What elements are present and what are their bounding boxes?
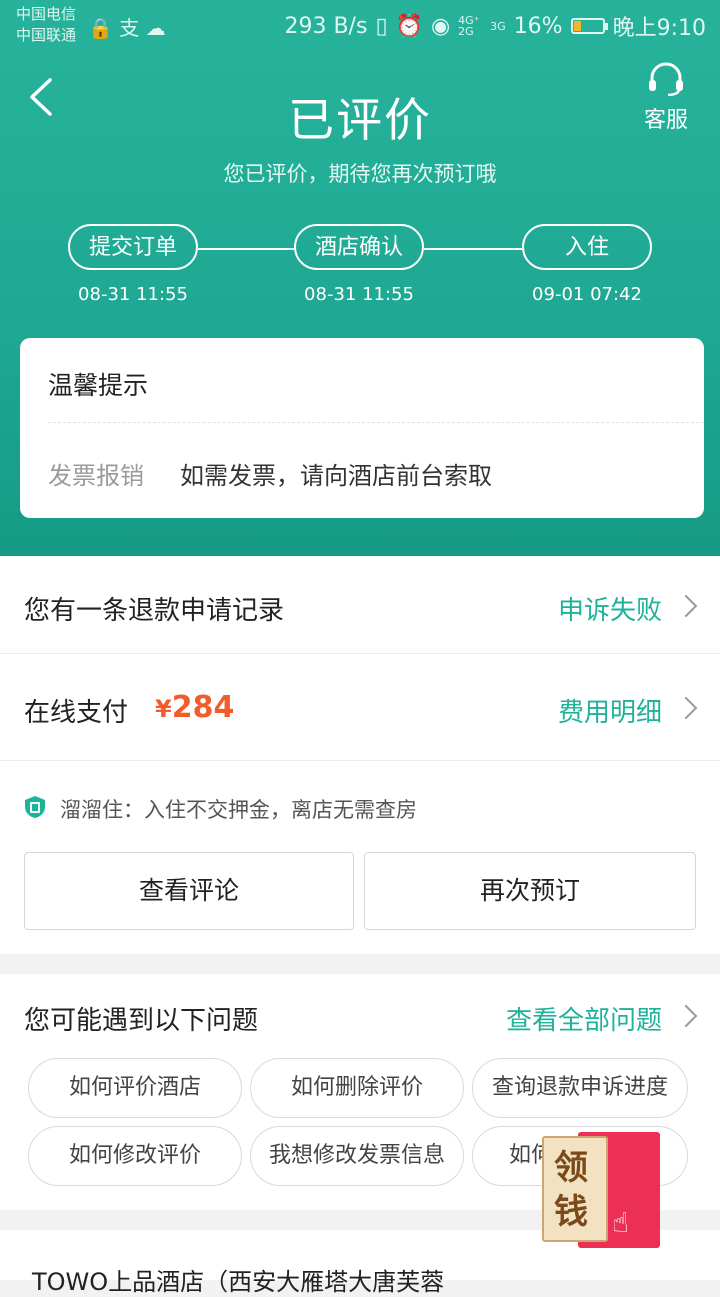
refund-status-link[interactable]: 申诉失败 <box>558 590 662 627</box>
deposit-free-notice: 溜溜住：入住不交押金，离店无需查房 <box>60 798 417 822</box>
amount-value: 284 <box>171 690 235 725</box>
carrier-1: 中国电信 <box>16 5 77 23</box>
progress-time-confirm: 08-31 11:55 <box>304 284 414 305</box>
tips-card: 温馨提示 发票报销 如需发票，请向酒店前台索取 <box>20 338 704 518</box>
refund-record-label: 您有一条退款申请记录 <box>24 596 285 626</box>
chevron-right-icon <box>674 696 698 720</box>
progress-connector <box>198 248 294 250</box>
lock-icon: 🔒 <box>88 16 113 40</box>
header-background: 中国电信 中国联通 🔒 支 ☁ 293 B/s ▯ ⏰ ◉ 4G⁺ 2G 3G … <box>0 0 720 556</box>
payment-row[interactable]: 在线支付 费用明细 <box>0 654 720 760</box>
progress-time-checkin: 09-01 07:42 <box>532 284 642 305</box>
alarm-icon: ⏰ <box>395 13 423 39</box>
red-packet-button[interactable]: 领钱 ☝ <box>542 1128 662 1250</box>
tips-value: 如需发票，请向酒店前台索取 <box>180 462 492 490</box>
divider <box>0 760 720 761</box>
carrier-2: 中国联通 <box>16 26 77 44</box>
order-progress: 提交订单 酒店确认 入住 08-31 11:55 08-31 11:55 09-… <box>0 224 720 314</box>
progress-step-submit: 提交订单 <box>68 224 198 270</box>
tips-title: 温馨提示 <box>48 371 149 400</box>
alipay-icon: 支 <box>119 16 140 40</box>
battery-percent: 16% <box>513 13 563 39</box>
signal-3g-icon: 3G <box>490 19 506 33</box>
signal-4g-icon: 4G⁺ 2G <box>458 14 480 38</box>
clock: 晚上9:10 <box>612 16 706 41</box>
faq-chip[interactable]: 查询退款申诉进度 <box>472 1058 688 1118</box>
status-right: 293 B/s ▯ ⏰ ◉ 4G⁺ 2G 3G 16% 晚上9:10 <box>284 10 706 42</box>
red-packet-scroll: 领钱 <box>542 1136 608 1242</box>
fee-detail-link[interactable]: 费用明细 <box>558 692 662 729</box>
progress-time-submit: 08-31 11:55 <box>78 284 188 305</box>
view-all-questions-link[interactable]: 查看全部问题 <box>506 1000 662 1037</box>
tips-key: 发票报销 <box>48 462 144 490</box>
progress-step-checkin: 入住 <box>522 224 652 270</box>
faq-chip[interactable]: 如何修改评价 <box>28 1126 242 1186</box>
faq-chip[interactable]: 如何删除评价 <box>250 1058 464 1118</box>
shield-icon <box>25 796 45 818</box>
progress-connector <box>424 248 522 250</box>
carrier-info: 中国电信 中国联通 <box>16 4 76 46</box>
status-subtitle: 您已评价，期待您再次预订哦 <box>223 162 497 186</box>
weather-icon: ☁ <box>145 16 166 40</box>
notification-icons: 🔒 支 ☁ <box>88 12 166 41</box>
pointer-hand-icon: ☝ <box>612 1206 630 1239</box>
customer-service-label: 客服 <box>643 108 688 133</box>
vibrate-icon: ▯ <box>375 13 388 39</box>
book-again-button[interactable]: 再次预订 <box>364 852 696 930</box>
eye-icon: ◉ <box>430 13 451 39</box>
payment-amount: ¥284 <box>155 690 234 725</box>
faq-chip[interactable]: 我想修改发票信息 <box>250 1126 464 1186</box>
payment-label: 在线支付 <box>24 698 129 728</box>
red-packet-label: 领钱 <box>554 1148 588 1232</box>
refund-record-row[interactable]: 您有一条退款申请记录 申诉失败 <box>0 556 720 654</box>
currency-symbol: ¥ <box>155 695 172 723</box>
customer-service-button[interactable]: 客服 <box>640 62 692 134</box>
battery-icon <box>570 18 608 34</box>
faq-title: 您可能遇到以下问题 <box>24 1006 259 1036</box>
net-speed: 293 B/s <box>284 13 368 39</box>
progress-step-confirm: 酒店确认 <box>294 224 424 270</box>
faq-chip[interactable]: 如何评价酒店 <box>28 1058 242 1118</box>
status-bar: 中国电信 中国联通 🔒 支 ☁ 293 B/s ▯ ⏰ ◉ 4G⁺ 2G 3G … <box>0 0 720 52</box>
view-review-button[interactable]: 查看评论 <box>24 852 354 930</box>
page-title: 已评价 <box>288 93 432 147</box>
headset-icon <box>649 62 683 97</box>
chevron-right-icon <box>674 594 698 618</box>
divider <box>48 422 704 423</box>
